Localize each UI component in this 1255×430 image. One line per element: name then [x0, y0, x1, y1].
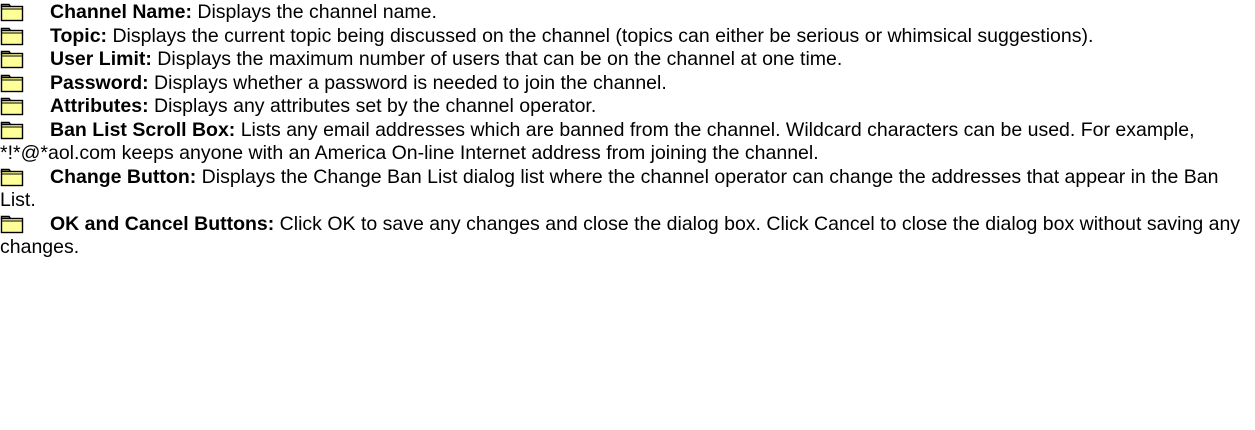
- list-item-user-limit: User Limit: Displays the maximum number …: [0, 48, 1255, 72]
- item-description: Displays the maximum number of users tha…: [151, 48, 843, 70]
- item-term: Ban List Scroll Box:: [50, 118, 236, 141]
- folder-icon: [0, 3, 24, 22]
- list-item-attributes: Attributes: Displays any attributes set …: [0, 95, 1255, 119]
- folder-icon: [0, 50, 24, 69]
- item-term: Password:: [50, 71, 149, 94]
- item-description: Displays the channel name.: [191, 1, 437, 23]
- list-item-topic: Topic: Displays the current topic being …: [0, 25, 1255, 49]
- folder-icon: [0, 74, 24, 93]
- list-item-channel-name: Channel Name: Displays the channel name.: [0, 1, 1255, 25]
- item-term: Attributes:: [50, 95, 149, 117]
- list-item-ban-list-scroll-box: Ban List Scroll Box: Lists any email add…: [0, 119, 1255, 166]
- folder-icon: [0, 168, 24, 187]
- folder-icon: [0, 97, 24, 116]
- item-term: OK and Cancel Buttons:: [50, 212, 275, 235]
- item-description: Displays the current topic being discuss…: [107, 24, 1094, 47]
- help-document: Channel Name: Displays the channel name.…: [0, 0, 1255, 430]
- item-term: Change Button:: [50, 165, 197, 188]
- item-term: Channel Name:: [50, 1, 192, 23]
- item-description: Displays any attributes set by the chann…: [148, 95, 597, 117]
- item-description: Displays whether a password is needed to…: [148, 71, 667, 94]
- folder-icon: [0, 215, 24, 234]
- list-item-password: Password: Displays whether a password is…: [0, 72, 1255, 96]
- item-term: Topic:: [50, 24, 108, 47]
- item-term: User Limit:: [50, 48, 152, 70]
- list-item-change-button: Change Button: Displays the Change Ban L…: [0, 166, 1255, 213]
- folder-icon: [0, 27, 24, 46]
- list-item-ok-and-cancel-buttons: OK and Cancel Buttons: Click OK to save …: [0, 213, 1255, 260]
- folder-icon: [0, 121, 24, 140]
